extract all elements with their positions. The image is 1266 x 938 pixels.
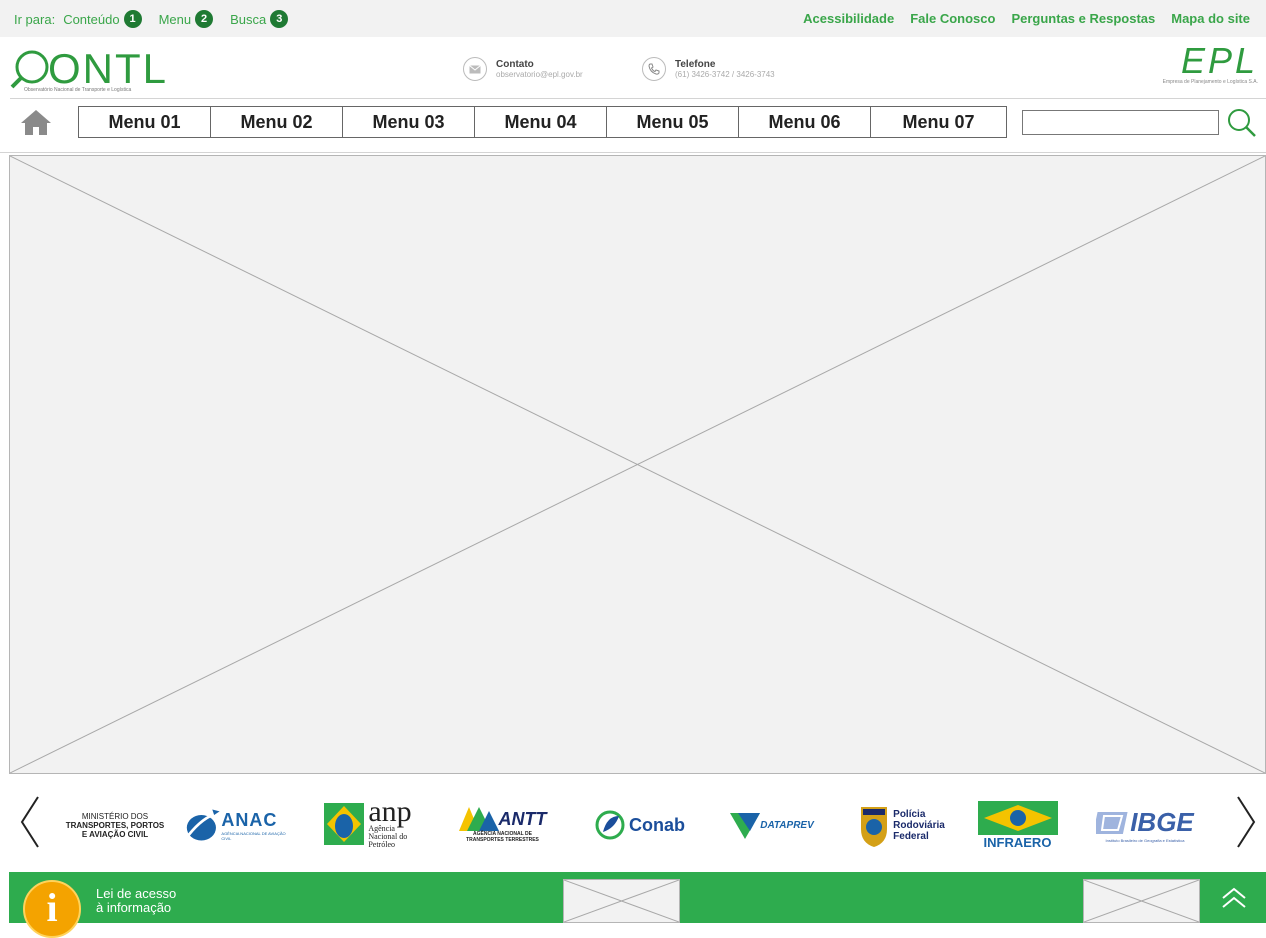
hero-banner-placeholder[interactable]	[9, 155, 1266, 774]
partners-carousel: MINISTÉRIO DOS TRANSPORTES, PORTOS E AVI…	[0, 783, 1266, 863]
ibge-name: IBGE	[1130, 807, 1194, 837]
ontl-logo-text: ONTL	[48, 45, 169, 92]
ontl-logo-subtitle: Observatório Nacional de Transporte e Lo…	[24, 87, 132, 93]
menu-item-07[interactable]: Menu 07	[871, 107, 1006, 137]
prf-badge-icon	[861, 807, 888, 847]
skip-to-search-link[interactable]: Busca 3	[230, 10, 289, 28]
menu-item-03[interactable]: Menu 03	[343, 107, 475, 137]
info-icon[interactable]: i	[23, 880, 81, 938]
anp-name: anp	[368, 795, 412, 828]
contact-title: Contato	[496, 58, 534, 70]
contact-us-link[interactable]: Fale Conosco	[910, 11, 995, 26]
contact-email-value: observatorio@epl.gov.br	[496, 69, 583, 79]
conab-name: Conab	[629, 814, 685, 835]
ontl-logo[interactable]: ONTL Observatório Nacional de Transporte…	[10, 45, 175, 93]
partner-logo-ministerio[interactable]: MINISTÉRIO DOS TRANSPORTES, PORTOS E AVI…	[60, 803, 170, 847]
ministerio-line3: E AVIAÇÃO CIVIL	[81, 829, 149, 839]
phone-icon	[642, 57, 666, 81]
anp-flag-icon	[324, 803, 365, 845]
anac-name: ANAC	[221, 809, 278, 830]
envelope-icon	[463, 57, 487, 81]
dataprev-arrow-icon	[730, 813, 761, 839]
partner-logo-antt[interactable]: ANTT AGÊNCIA NACIONAL DE TRANSPORTES TER…	[450, 801, 555, 849]
magnifier-logo-icon	[10, 50, 49, 89]
menu-item-05[interactable]: Menu 05	[607, 107, 739, 137]
footer-bar: i Lei de acesso à informação	[9, 872, 1266, 938]
anac-airplane-icon	[186, 809, 220, 841]
epl-logo[interactable]: EPL Empresa de Planejamento e Logística …	[1128, 43, 1258, 93]
ministerio-line2: TRANSPORTES, PORTOS	[65, 820, 165, 830]
footer-image-placeholder[interactable]	[563, 879, 680, 923]
skip-to-menu-link[interactable]: Menu 2	[159, 10, 214, 28]
phone-title: Telefone	[675, 58, 716, 70]
skip-number-badge: 3	[270, 10, 289, 28]
home-icon[interactable]	[20, 108, 52, 136]
epl-logo-subtitle: Empresa de Planejamento e Logística S.A.	[1162, 79, 1258, 85]
antt-name: ANTT	[498, 808, 547, 829]
dataprev-name: DATAPREV	[760, 819, 814, 831]
skip-item-label: Menu	[158, 11, 192, 27]
main-nav: Menu 01 Menu 02 Menu 03 Menu 04 Menu 05 …	[0, 104, 1266, 140]
menu-item-04[interactable]: Menu 04	[475, 107, 607, 137]
lai-line1: Lei de acesso	[96, 886, 177, 901]
placeholder-cross-icon	[10, 156, 1265, 773]
contact-phone[interactable]: Telefone (61) 3426-3742 / 3426-3743	[642, 57, 775, 81]
anac-subtitle: AGÊNCIA NACIONAL DE AVIAÇÃO CIVIL	[221, 830, 286, 841]
partner-logo-dataprev[interactable]: DATAPREV	[722, 805, 822, 845]
partner-logo-infraero[interactable]: INFRAERO	[975, 799, 1060, 851]
placeholder-cross-icon	[563, 879, 680, 923]
ministerio-line1: MINISTÉRIO DOS	[81, 811, 149, 821]
faq-link[interactable]: Perguntas e Respostas	[1011, 11, 1155, 26]
ibge-subtitle: Instituto Brasileiro de Geografia e Esta…	[1105, 838, 1185, 843]
antt-sub2: TRANSPORTES TERRESTRES	[466, 837, 539, 843]
antt-triangle-icon	[458, 807, 499, 831]
skip-to-content-link[interactable]: Conteúdo 1	[63, 10, 142, 28]
info-letter: i	[46, 885, 58, 930]
conab-leaf-icon	[595, 810, 625, 840]
anp-sub3: Petróleo	[368, 840, 395, 849]
search-input[interactable]	[1022, 110, 1219, 135]
skip-item-label: Conteúdo	[63, 11, 120, 27]
top-links: Acessibilidade Fale Conosco Perguntas e …	[787, 11, 1250, 26]
sitemap-link[interactable]: Mapa do site	[1171, 11, 1250, 26]
search-icon[interactable]	[1224, 106, 1258, 140]
chevron-right-icon[interactable]	[1230, 793, 1260, 851]
skip-item-label: Busca	[230, 11, 267, 27]
ibge-map-icon	[1096, 811, 1128, 834]
prf-line1: Polícia	[893, 808, 926, 820]
skip-links: Ir para: Conteúdo 1 Menu 2 Busca 3	[14, 10, 305, 28]
header-divider	[10, 98, 1266, 99]
accessibility-bar: Ir para: Conteúdo 1 Menu 2 Busca 3 Acess…	[0, 0, 1266, 37]
skip-number-badge: 2	[195, 10, 214, 28]
placeholder-cross-icon	[1083, 879, 1200, 923]
infraero-name: INFRAERO	[983, 834, 1052, 850]
skip-number-badge: 1	[123, 10, 142, 28]
lai-line2: à informação	[96, 900, 172, 915]
chevron-left-icon[interactable]	[16, 793, 46, 851]
menu-bar: Menu 01 Menu 02 Menu 03 Menu 04 Menu 05 …	[78, 106, 1007, 138]
partner-logo-ibge[interactable]: IBGE Instituto Brasileiro de Geografia e…	[1085, 803, 1205, 847]
infraero-flag-icon	[977, 800, 1058, 835]
phone-value: (61) 3426-3742 / 3426-3743	[675, 69, 775, 79]
footer-image-placeholder[interactable]	[1083, 879, 1200, 923]
prf-line2: Rodoviária	[893, 819, 945, 831]
epl-logo-text: EPL	[1180, 40, 1258, 81]
double-chevron-up-icon[interactable]	[1219, 886, 1249, 910]
access-to-information-link[interactable]: Lei de acesso à informação	[96, 887, 176, 915]
site-header: ONTL Observatório Nacional de Transporte…	[0, 37, 1266, 99]
partner-logo-prf[interactable]: Polícia Rodoviária Federal	[852, 801, 952, 849]
menu-item-06[interactable]: Menu 06	[739, 107, 871, 137]
menu-item-01[interactable]: Menu 01	[79, 107, 211, 137]
partner-logo-anac[interactable]: ANAC AGÊNCIA NACIONAL DE AVIAÇÃO CIVIL	[185, 801, 290, 849]
menu-item-02[interactable]: Menu 02	[211, 107, 343, 137]
partner-logo-anp[interactable]: anp Agência Nacional do Petróleo	[318, 795, 418, 849]
skip-label: Ir para:	[14, 11, 56, 27]
partner-logo-conab[interactable]: Conab	[590, 805, 690, 845]
accessibility-link[interactable]: Acessibilidade	[803, 11, 894, 26]
prf-line3: Federal	[893, 830, 929, 842]
contact-email[interactable]: Contato observatorio@epl.gov.br	[463, 57, 583, 81]
nav-divider	[0, 152, 1266, 153]
